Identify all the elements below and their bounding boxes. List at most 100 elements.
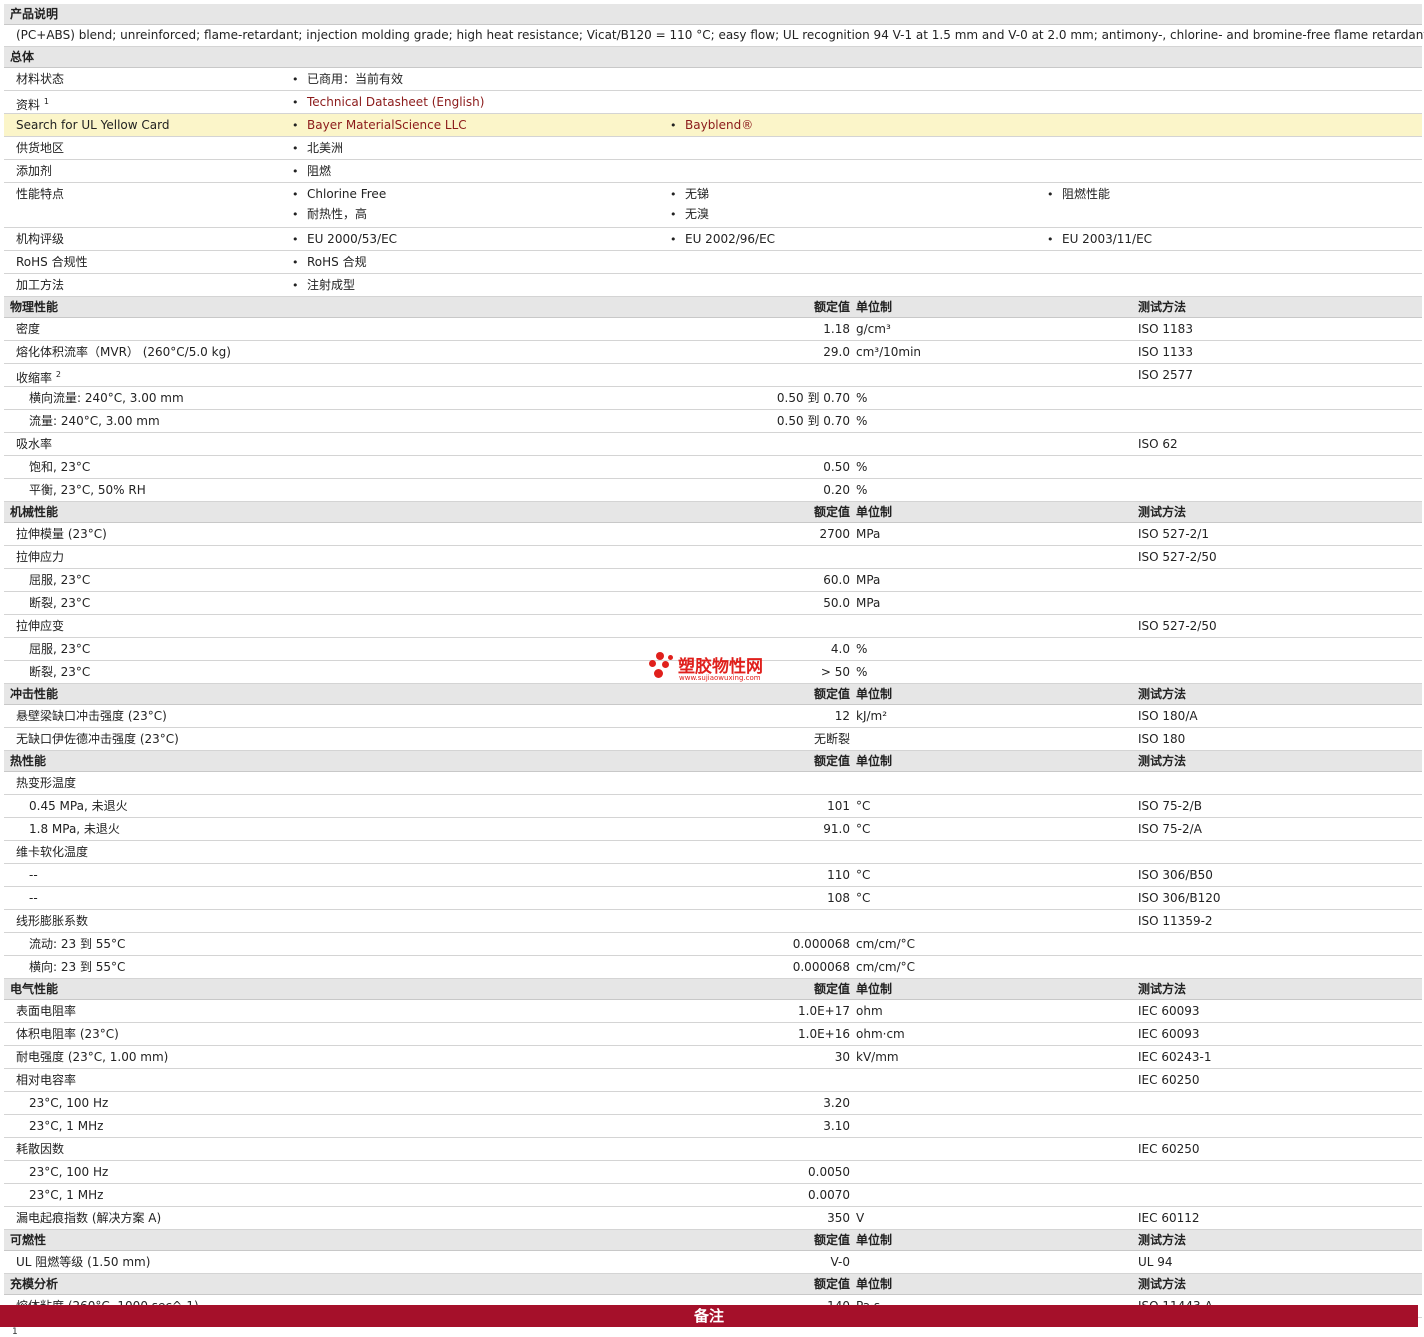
- property-label: 0.45 MPa, 未退火: [29, 795, 128, 817]
- property-row: 耐电强度 (23°C, 1.00 mm) 30 kV/mm IEC 60243-1: [4, 1046, 1422, 1069]
- property-label: 吸水率: [16, 433, 52, 455]
- feature-item: 阻燃性能: [1047, 183, 1110, 206]
- col-header-method: 测试方法: [1138, 505, 1187, 519]
- watermark-url: www.sujiaowuxing.com: [679, 674, 761, 682]
- property-unit: cm/cm/°C: [856, 937, 916, 951]
- property-label-text: 横向: 23 到 55°C: [29, 960, 126, 974]
- property-value: 12: [834, 709, 850, 723]
- row-features: 性能特点 Chlorine Free 无锑 阻燃性能 耐热性，高 无溴: [4, 183, 1422, 228]
- row-value: 阻燃: [292, 160, 331, 183]
- col-header-unit: 单位制: [856, 505, 893, 519]
- property-value: 91.0: [823, 822, 850, 836]
- property-row: 23°C, 1 MHz 0.0070: [4, 1184, 1422, 1207]
- property-label-text: 表面电阻率: [16, 1004, 77, 1018]
- property-label-text: 23°C, 1 MHz: [29, 1119, 104, 1133]
- test-method: ISO 306/B120: [1138, 891, 1221, 905]
- row-rohs: RoHS 合规性 RoHS 合规: [4, 251, 1422, 274]
- property-unit: kV/mm: [856, 1050, 899, 1064]
- property-label: 横向: 23 到 55°C: [29, 956, 125, 978]
- property-value: 0.50: [823, 460, 850, 474]
- property-row: 横向: 23 到 55°C 0.000068 cm/cm/°C: [4, 956, 1422, 979]
- property-label: 线形膨胀系数: [16, 910, 88, 932]
- ul-list-item: Bayer MaterialScience LLC: [292, 114, 467, 137]
- technical-datasheet-link[interactable]: Technical Datasheet (English): [307, 95, 484, 109]
- property-unit: %: [856, 414, 868, 428]
- property-unit: %: [856, 483, 868, 497]
- property-label: 收缩率 2: [16, 364, 61, 389]
- property-label: 流动: 23 到 55°C: [29, 933, 125, 955]
- property-unit: cm/cm/°C: [856, 960, 916, 974]
- property-value: 108: [827, 891, 850, 905]
- col-header-method: 测试方法: [1138, 300, 1187, 314]
- property-label: 屈服, 23°C: [29, 569, 90, 591]
- property-row: 流量: 240°C, 3.00 mm 0.50 到 0.70%: [4, 410, 1422, 433]
- property-value: 30: [834, 1050, 850, 1064]
- property-row: 饱和, 23°C 0.50%: [4, 456, 1422, 479]
- section-header: 物理性能 额定值 单位制 测试方法: [4, 297, 1422, 318]
- section-header-product-desc: 产品说明: [4, 4, 1422, 25]
- property-label-text: 流动: 23 到 55°C: [29, 937, 126, 951]
- property-label: 断裂, 23°C: [29, 592, 90, 614]
- test-method: ISO 1133: [1138, 345, 1193, 359]
- property-label-text: 相对电容率: [16, 1073, 77, 1087]
- property-unit: cm³/10min: [856, 345, 922, 359]
- property-unit: %: [856, 391, 868, 405]
- property-value: 0.000068: [792, 960, 850, 974]
- col-header-value: 额定值: [813, 1233, 850, 1247]
- property-label-text: 拉伸应力: [16, 550, 65, 564]
- row-label-text: 资料: [16, 98, 41, 112]
- footnote-ref: 1: [43, 97, 49, 106]
- test-method: ISO 2577: [1138, 368, 1193, 382]
- property-label-text: 维卡软化温度: [16, 845, 89, 859]
- property-row: 屈服, 23°C 60.0 MPa: [4, 569, 1422, 592]
- property-row: 漏电起痕指数 (解决方案 A) 350 V IEC 60112: [4, 1207, 1422, 1230]
- property-unit: V: [856, 1211, 865, 1225]
- test-method: IEC 60093: [1138, 1004, 1200, 1018]
- test-method: IEC 60250: [1138, 1073, 1200, 1087]
- row-supply-region: 供货地区 北美洲: [4, 137, 1422, 160]
- property-label: 横向流量: 240°C, 3.00 mm: [29, 387, 184, 409]
- row-processing: 加工方法 注射成型: [4, 274, 1422, 297]
- property-label-text: 拉伸模量 (23°C): [16, 527, 107, 541]
- property-unit: MPa: [856, 596, 881, 610]
- property-label-text: 屈服, 23°C: [29, 642, 91, 656]
- col-header-method: 测试方法: [1138, 1233, 1187, 1247]
- property-value: 0.0050: [808, 1165, 850, 1179]
- property-value: 0.50 到 0.70: [776, 391, 850, 405]
- property-unit: %: [856, 460, 868, 474]
- property-value: 0.20: [823, 483, 850, 497]
- test-method: ISO 1183: [1138, 322, 1193, 336]
- row-label: 性能特点: [16, 187, 65, 201]
- col-header-method: 测试方法: [1138, 754, 1187, 768]
- property-label-text: 吸水率: [16, 437, 53, 451]
- property-label-text: 无缺口伊佐德冲击强度 (23°C): [16, 732, 179, 746]
- section-title: 电气性能: [10, 982, 59, 996]
- property-label-text: UL 阻燃等级 (1.50 mm): [16, 1255, 151, 1269]
- property-value: 2700: [819, 527, 850, 541]
- test-method: ISO 306/B50: [1138, 868, 1213, 882]
- test-method: ISO 11359-2: [1138, 914, 1213, 928]
- property-label: 维卡软化温度: [16, 841, 88, 863]
- section-title: 物理性能: [10, 300, 59, 314]
- row-documents: 资料 1 Technical Datasheet (English): [4, 91, 1422, 114]
- row-value: RoHS 合规: [292, 251, 367, 274]
- section-header-general: 总体: [4, 47, 1422, 68]
- property-label-text: 平衡, 23°C, 50% RH: [29, 483, 146, 497]
- property-label-text: 1.8 MPa, 未退火: [29, 822, 120, 836]
- section-title: 总体: [10, 50, 35, 64]
- bayblend-link[interactable]: Bayblend®: [685, 118, 753, 132]
- property-row: 收缩率 2 ISO 2577: [4, 364, 1422, 387]
- property-row: 热变形温度: [4, 772, 1422, 795]
- property-label: 流量: 240°C, 3.00 mm: [29, 410, 160, 432]
- row-ul-yellow-card: Search for UL Yellow Card Bayer Material…: [4, 114, 1422, 137]
- row-value: 北美洲: [292, 137, 343, 160]
- row-label: RoHS 合规性: [16, 255, 88, 269]
- property-label: 无缺口伊佐德冲击强度 (23°C): [16, 728, 179, 750]
- bayer-materialscience-link[interactable]: Bayer MaterialScience LLC: [307, 118, 467, 132]
- property-unit: ohm: [856, 1004, 883, 1018]
- section-title: 产品说明: [10, 7, 59, 21]
- notes-header: 备注: [0, 1305, 1418, 1327]
- property-unit: kJ/m²: [856, 709, 888, 723]
- property-row: 23°C, 100 Hz 3.20: [4, 1092, 1422, 1115]
- property-label: 体积电阻率 (23°C): [16, 1023, 119, 1045]
